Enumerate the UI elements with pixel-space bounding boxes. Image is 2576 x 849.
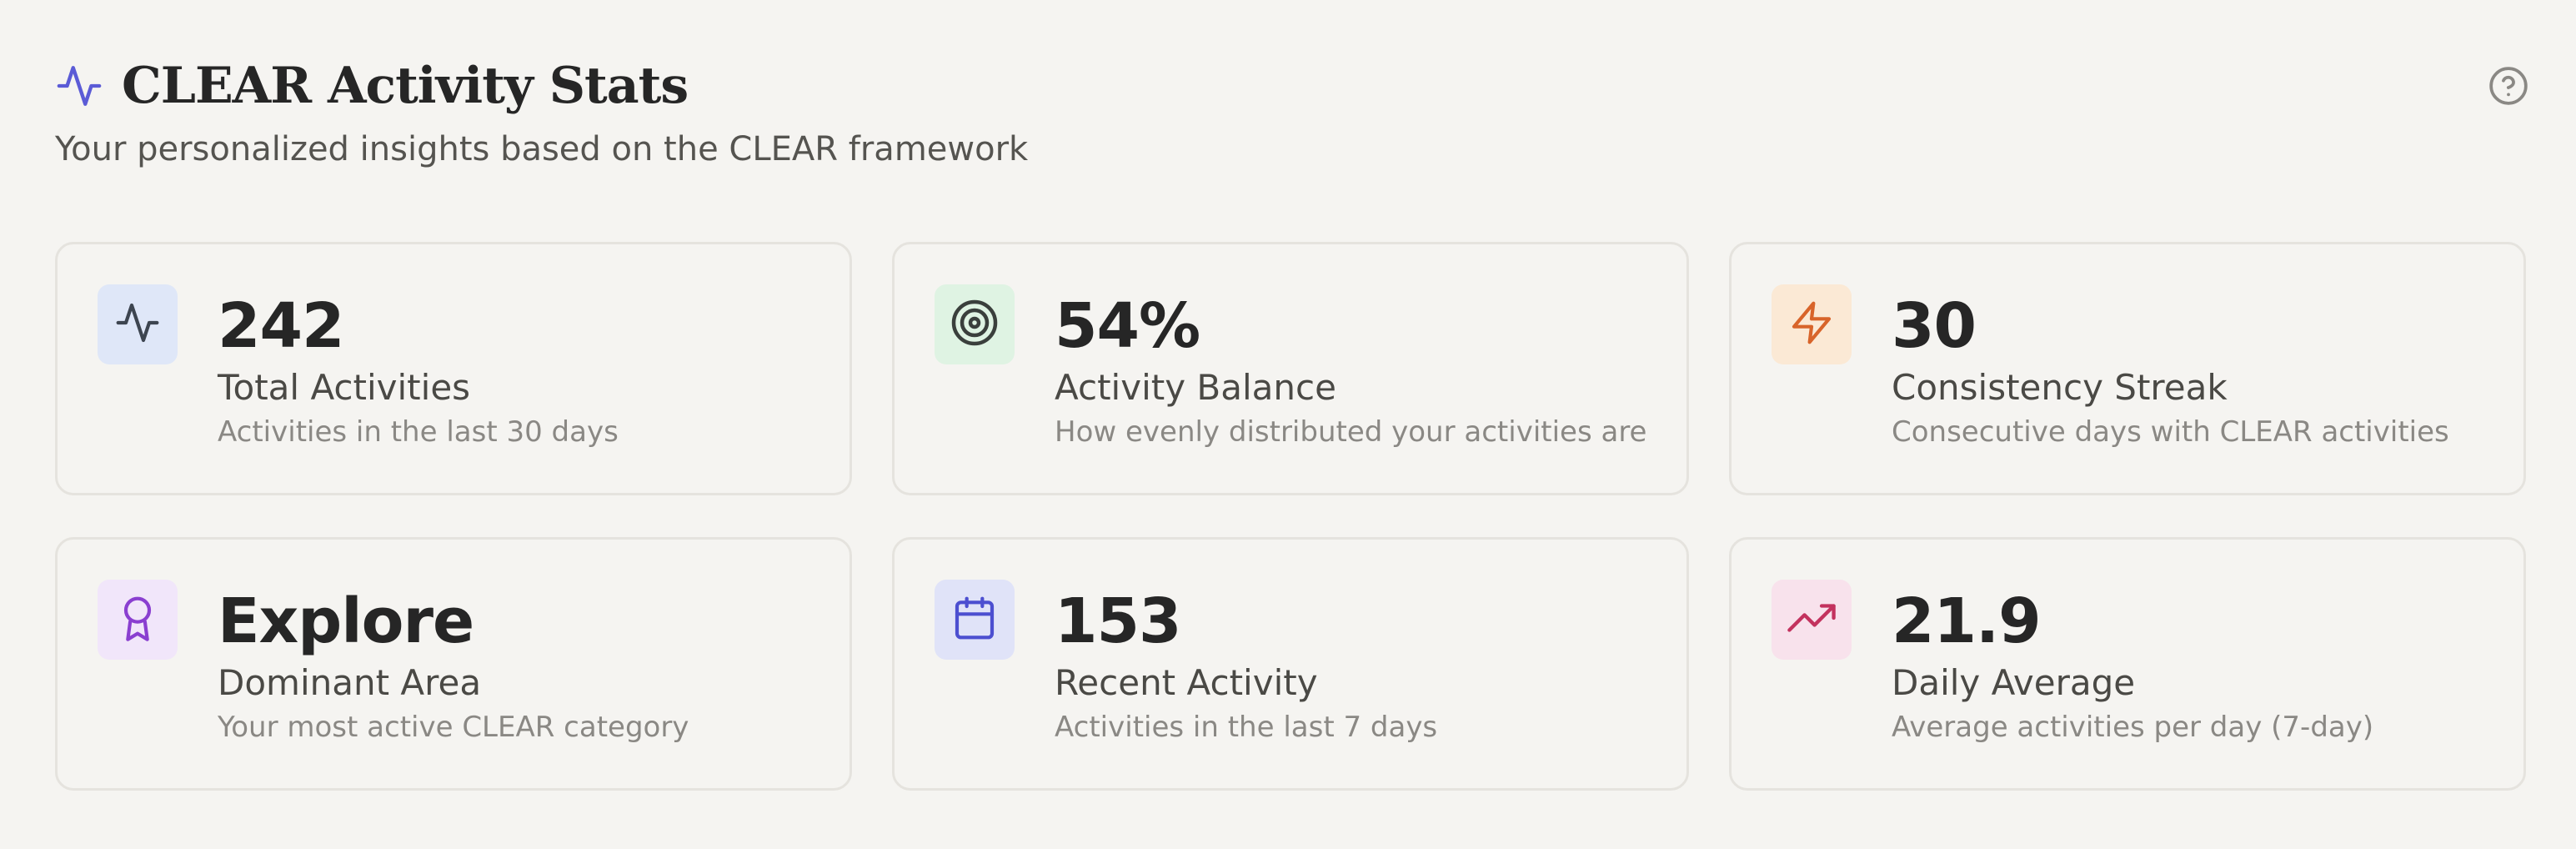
- stat-label: Total Activities: [218, 367, 471, 408]
- stat-value: 153: [1055, 585, 1181, 657]
- stat-label: Daily Average: [1892, 662, 2136, 703]
- zap-icon: [1788, 299, 1835, 349]
- stat-description: How evenly distributed your activities a…: [1055, 415, 1647, 449]
- stat-card-recent-activity: 153 Recent Activity Activities in the la…: [892, 537, 1689, 791]
- stat-icon-tile: [98, 284, 178, 364]
- stats-grid: 242 Total Activities Activities in the l…: [55, 242, 2526, 791]
- stat-icon-tile: [935, 284, 1015, 364]
- target-icon: [950, 298, 1000, 351]
- stat-value: 30: [1892, 290, 1977, 362]
- activity-pulse-icon: [114, 299, 161, 349]
- stat-card-total-activities: 242 Total Activities Activities in the l…: [55, 242, 852, 495]
- stat-label: Consistency Streak: [1892, 367, 2228, 408]
- stat-icon-tile: [98, 580, 178, 660]
- stat-label: Activity Balance: [1055, 367, 1336, 408]
- stat-description: Activities in the last 30 days: [218, 415, 619, 449]
- award-icon: [114, 595, 161, 645]
- stat-value: 242: [218, 290, 344, 362]
- stat-body: 54% Activity Balance How evenly distribu…: [1055, 288, 1670, 453]
- stat-icon-tile: [1772, 284, 1852, 364]
- stat-description: Average activities per day (7-day): [1892, 711, 2374, 744]
- stat-description: Consecutive days with CLEAR activities: [1892, 415, 2449, 449]
- stat-value: 21.9: [1892, 585, 2042, 657]
- activity-pulse-icon: [55, 62, 103, 110]
- stat-body: 30 Consistency Streak Consecutive days w…: [1892, 288, 2507, 453]
- stat-card-activity-balance: 54% Activity Balance How evenly distribu…: [892, 242, 1689, 495]
- help-circle-icon[interactable]: [2486, 63, 2531, 108]
- stat-card-daily-average: 21.9 Daily Average Average activities pe…: [1729, 537, 2526, 791]
- stat-label: Dominant Area: [218, 662, 482, 703]
- stat-body: 242 Total Activities Activities in the l…: [218, 288, 833, 453]
- page-subtitle: Your personalized insights based on the …: [55, 130, 1029, 168]
- stat-card-dominant-area: Explore Dominant Area Your most active C…: [55, 537, 852, 791]
- stat-description: Your most active CLEAR category: [218, 711, 689, 744]
- stat-card-consistency-streak: 30 Consistency Streak Consecutive days w…: [1729, 242, 2526, 495]
- calendar-icon: [951, 595, 998, 645]
- stat-description: Activities in the last 7 days: [1055, 711, 1438, 744]
- stat-icon-tile: [935, 580, 1015, 660]
- stat-value: Explore: [218, 585, 474, 657]
- stat-label: Recent Activity: [1055, 662, 1318, 703]
- stat-icon-tile: [1772, 580, 1852, 660]
- page-title: CLEAR Activity Stats: [122, 57, 689, 115]
- trending-up-icon: [1787, 594, 1836, 646]
- stat-body: 153 Recent Activity Activities in the la…: [1055, 583, 1670, 748]
- title-row: CLEAR Activity Stats: [55, 48, 2526, 123]
- stat-value: 54%: [1055, 290, 1200, 362]
- stats-header: CLEAR Activity Stats Your personalized i…: [55, 48, 2528, 190]
- stat-body: 21.9 Daily Average Average activities pe…: [1892, 583, 2507, 748]
- stat-body: Explore Dominant Area Your most active C…: [218, 583, 833, 748]
